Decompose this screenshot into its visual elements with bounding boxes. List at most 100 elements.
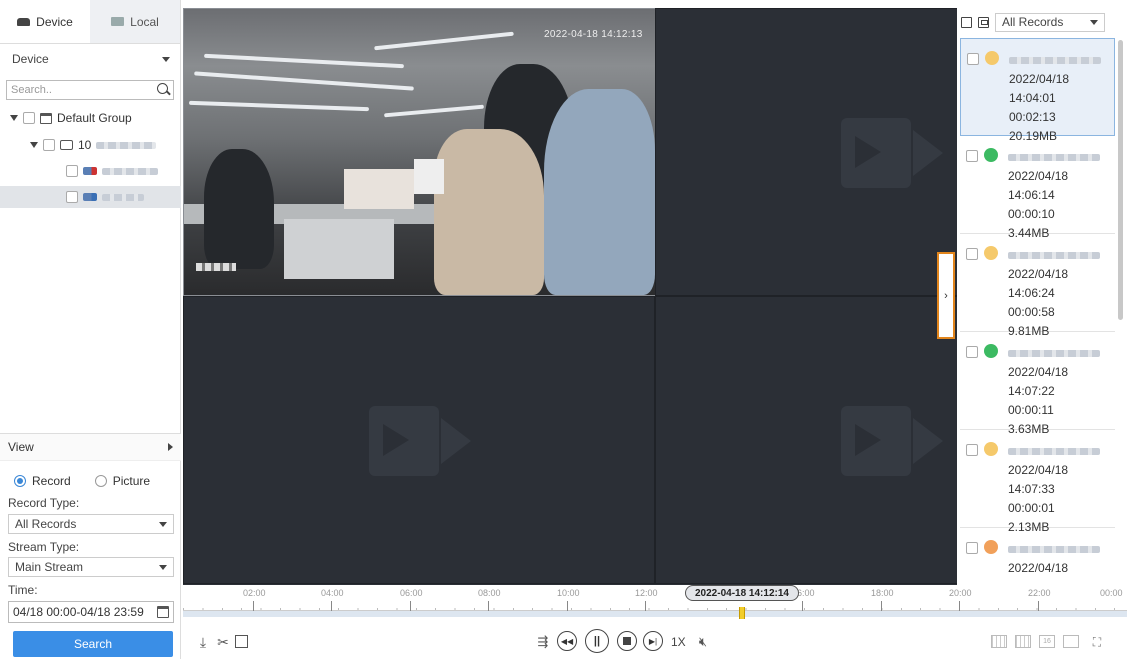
- redacted-text: [1009, 57, 1101, 64]
- next-frame-button[interactable]: ▶|: [643, 631, 663, 651]
- device-dropdown[interactable]: Device: [6, 48, 176, 70]
- time-range-field[interactable]: 04/18 00:00-04/18 23:59: [8, 601, 174, 623]
- expand-triangle-icon[interactable]: [30, 142, 38, 148]
- stream-type-select[interactable]: Main Stream: [8, 557, 174, 577]
- tab-device[interactable]: Device: [0, 0, 90, 43]
- pause-button[interactable]: ||: [585, 629, 609, 653]
- tree-checkbox[interactable]: [66, 165, 78, 177]
- stop-button[interactable]: [617, 631, 637, 651]
- chevron-down-icon: [159, 564, 167, 570]
- record-checkbox[interactable]: [966, 248, 978, 260]
- list-item[interactable]: 2022/04/18 14:07:33 00:00:01 2.13MB: [960, 430, 1115, 534]
- tree-checkbox[interactable]: [66, 191, 78, 203]
- record-filter-select[interactable]: All Records: [995, 12, 1105, 32]
- tree-row-camera[interactable]: [66, 160, 158, 182]
- device-dropdown-value: Device: [12, 52, 49, 66]
- record-checkbox[interactable]: [966, 444, 978, 456]
- record-list-toolbar: All Records: [957, 8, 1127, 36]
- redacted-text: [1008, 546, 1100, 553]
- stop-icon: [623, 637, 631, 645]
- search-button[interactable]: Search: [13, 631, 173, 657]
- video-window-3[interactable]: [183, 296, 655, 584]
- redacted-text: [1008, 448, 1100, 455]
- event-icon: [984, 540, 998, 554]
- record-type-select[interactable]: All Records: [8, 514, 174, 534]
- record-list-scrollbar[interactable]: [1118, 40, 1123, 320]
- clip-scissors-icon[interactable]: ✂: [215, 634, 231, 650]
- tree-checkbox[interactable]: [43, 139, 55, 151]
- tab-local[interactable]: Local: [90, 0, 180, 43]
- no-video-play-icon: [841, 118, 951, 188]
- picture-radio-label: Picture: [112, 474, 151, 488]
- tree-checkbox[interactable]: [23, 112, 35, 124]
- record-duration: 00:02:13: [1009, 110, 1056, 124]
- list-item[interactable]: 2022/04/18 14:06:14 00:00:10 3.44MB: [960, 136, 1115, 240]
- record-type-label: Record Type:: [8, 496, 80, 510]
- timeline-track[interactable]: [183, 611, 1127, 617]
- timeline[interactable]: 02:00 04:00 06:00 08:00 10:00 12:00 16:0…: [183, 585, 1127, 625]
- playback-speed[interactable]: 1X: [671, 635, 686, 649]
- left-panel: Device Local Device Default Group 10: [0, 0, 181, 659]
- video-window-1[interactable]: 2022-04-18 14:12:13: [183, 8, 655, 296]
- timeline-tick-label: 06:00: [400, 588, 423, 598]
- picture-radio[interactable]: [94, 475, 107, 487]
- frame-adjust-icon[interactable]: ⇶: [535, 634, 551, 650]
- zoom-search-icon[interactable]: [235, 635, 248, 648]
- list-item[interactable]: 2022/04/18 14:07:33: [960, 528, 1115, 578]
- timeline-cursor-marker[interactable]: [739, 607, 745, 619]
- edit-layout-icon[interactable]: [1063, 635, 1079, 648]
- record-radio[interactable]: [14, 475, 26, 487]
- timeline-tick-label: 12:00: [635, 588, 658, 598]
- group-icon: [40, 112, 52, 124]
- list-item[interactable]: 2022/04/18 14:06:24 00:00:58 9.81MB: [960, 234, 1115, 338]
- record-duration: 00:00:01: [1008, 501, 1055, 515]
- record-list-panel: All Records 2022/04/18 14:04:01 00:02:13…: [957, 8, 1127, 585]
- layout-grid-4-icon[interactable]: [991, 635, 1007, 648]
- tree-row-nvr[interactable]: 10: [30, 134, 157, 156]
- layout-grid-9-icon[interactable]: [1015, 635, 1031, 648]
- alarm-icon: [984, 442, 998, 456]
- record-type-value: All Records: [15, 517, 77, 531]
- select-all-icon[interactable]: [961, 16, 972, 28]
- layout-grid-16-icon[interactable]: 16: [1039, 635, 1055, 648]
- timeline-ruler: [183, 601, 1127, 611]
- record-checkbox[interactable]: [967, 53, 979, 65]
- rewind-button[interactable]: ◀◀: [557, 631, 577, 651]
- manual-record-icon: [984, 148, 998, 162]
- timeline-tick-label: 10:00: [557, 588, 580, 598]
- nvr-label: 10: [78, 138, 92, 152]
- redacted-text: [1008, 350, 1100, 357]
- expand-triangle-icon[interactable]: [10, 115, 18, 121]
- device-search-input[interactable]: [7, 84, 153, 96]
- chevron-down-icon: [1090, 19, 1098, 25]
- collapse-panel-button[interactable]: ›: [937, 252, 955, 339]
- lock-record-icon[interactable]: [978, 16, 989, 28]
- tree-row-group[interactable]: Default Group: [10, 107, 132, 129]
- playback-toolbar: ⤓ ✂ ⇶ ◀◀ || ▶| 1X 🔇︎ 16 ⛶: [183, 625, 1127, 659]
- live-video-frame: 2022-04-18 14:12:13: [184, 9, 655, 295]
- mute-speaker-icon[interactable]: 🔇︎: [695, 634, 711, 650]
- search-icon[interactable]: [153, 80, 173, 100]
- list-item[interactable]: 2022/04/18 14:04:01 00:02:13 20.19MB: [960, 38, 1115, 143]
- device-icon: [17, 17, 31, 26]
- record-checkbox[interactable]: [966, 346, 978, 358]
- tree-row-camera-selected[interactable]: [0, 186, 181, 208]
- calendar-icon[interactable]: [157, 606, 169, 618]
- timeline-tick-label: 18:00: [871, 588, 894, 598]
- record-duration: 00:00:10: [1008, 207, 1055, 221]
- mode-radio-group: Record Picture: [14, 474, 150, 488]
- osd-timestamp: 2022-04-18 14:12:13: [544, 29, 643, 40]
- view-section-toggle[interactable]: View: [0, 433, 181, 461]
- record-date: 2022/04/18 14:04:01: [1009, 72, 1070, 105]
- camera-icon: [83, 193, 97, 201]
- fullscreen-icon[interactable]: ⛶: [1089, 634, 1105, 650]
- monitor-icon: [111, 17, 125, 26]
- download-icon[interactable]: ⤓: [195, 634, 211, 650]
- redacted-text: [1008, 252, 1100, 259]
- time-range-value: 04/18 00:00-04/18 23:59: [13, 605, 144, 619]
- list-item[interactable]: 2022/04/18 14:07:22 00:00:11 3.63MB: [960, 332, 1115, 436]
- record-checkbox[interactable]: [966, 150, 978, 162]
- record-checkbox[interactable]: [966, 542, 978, 554]
- no-video-play-icon: [841, 406, 951, 476]
- tab-device-label: Device: [36, 14, 73, 29]
